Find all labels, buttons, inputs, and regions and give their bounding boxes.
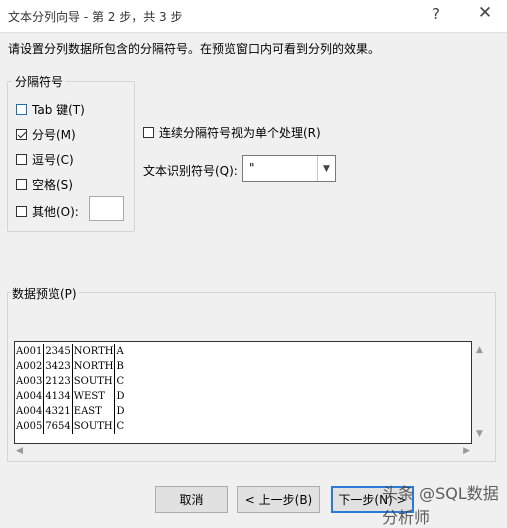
table-cell: C — [116, 376, 125, 387]
instruction-text: 请设置分列数据所包含的分隔符号。在预览窗口内可看到分列的效果。 — [8, 42, 381, 56]
semicolon-checkbox[interactable]: 分号(M) — [16, 126, 76, 143]
scroll-left-icon[interactable]: ◀ — [16, 446, 23, 456]
table-cell: A004 — [15, 404, 45, 419]
other-checkbox[interactable]: 其他(O): — [16, 203, 79, 220]
table-cell: 4321 — [43, 404, 73, 419]
table-cell: A001 — [15, 344, 45, 359]
table-cell: 3423 — [43, 359, 73, 374]
tab-checkbox[interactable]: Tab 键(T) — [16, 101, 85, 118]
data-preview-grid[interactable]: A001 2345 NORTH A A002 3423 NORTH B A003 2123 SOUT… — [14, 341, 472, 444]
close-icon[interactable]: ✕ — [470, 3, 500, 23]
text-qualifier-select[interactable]: " ▼ — [242, 155, 336, 182]
table-cell: SOUTH — [72, 374, 116, 389]
scroll-right-icon[interactable]: ▶ — [463, 446, 470, 456]
table-row: A001 2345 NORTH A — [15, 344, 126, 359]
table-row: A004 4134 WEST D — [15, 389, 126, 404]
title-bar: 文本分列向导 - 第 2 步，共 3 步 ? ✕ — [0, 0, 507, 33]
cancel-button[interactable]: 取消 — [155, 486, 228, 513]
table-cell: 2123 — [43, 374, 73, 389]
table-cell: 2345 — [43, 344, 73, 359]
table-cell: C — [116, 421, 125, 432]
comma-checkbox-box[interactable] — [16, 154, 27, 165]
semicolon-checkbox-box[interactable] — [16, 129, 27, 140]
comma-checkbox-label: 逗号(C) — [32, 153, 74, 167]
consecutive-checkbox-box[interactable] — [143, 127, 154, 138]
horizontal-scrollbar[interactable]: ◀ ▶ — [14, 444, 472, 461]
other-checkbox-box[interactable] — [16, 206, 27, 217]
window-title: 文本分列向导 - 第 2 步，共 3 步 — [8, 10, 183, 24]
table-cell: 4134 — [43, 389, 73, 404]
table-cell: 7654 — [43, 419, 73, 434]
other-checkbox-label: 其他(O): — [32, 205, 79, 219]
table-cell: A004 — [15, 389, 45, 404]
table-cell: SOUTH — [72, 419, 116, 434]
scroll-up-icon[interactable]: ▲ — [476, 345, 483, 355]
table-cell: NORTH — [72, 359, 116, 374]
table-row: A003 2123 SOUTH C — [15, 374, 126, 389]
table-row: A002 3423 NORTH B — [15, 359, 126, 374]
tab-checkbox-label: Tab 键(T) — [32, 103, 85, 117]
table-cell: B — [116, 361, 124, 372]
comma-checkbox[interactable]: 逗号(C) — [16, 151, 74, 168]
space-checkbox[interactable]: 空格(S) — [16, 176, 73, 193]
delimiters-legend: 分隔符号 — [15, 75, 64, 89]
table-cell: WEST — [72, 389, 116, 404]
semicolon-checkbox-label: 分号(M) — [32, 128, 76, 142]
preview-table: A001 2345 NORTH A A002 3423 NORTH B A003 2123 SOUT… — [15, 344, 126, 434]
table-cell: D — [116, 391, 125, 402]
preview-label: 数据预览(P) — [10, 285, 79, 302]
table-cell: A005 — [15, 419, 45, 434]
table-cell: A003 — [15, 374, 45, 389]
scroll-down-icon[interactable]: ▼ — [476, 429, 483, 439]
table-row: A004 4321 EAST D — [15, 404, 126, 419]
text-qualifier-value: " — [249, 161, 255, 175]
consecutive-checkbox-label: 连续分隔符号视为单个处理(R) — [159, 126, 321, 140]
vertical-scrollbar[interactable]: ▲ ▼ — [472, 341, 489, 444]
help-icon[interactable]: ? — [432, 5, 440, 23]
space-checkbox-box[interactable] — [16, 179, 27, 190]
consecutive-checkbox[interactable]: 连续分隔符号视为单个处理(R) — [143, 124, 321, 141]
table-cell: NORTH — [72, 344, 116, 359]
table-cell: A002 — [15, 359, 45, 374]
other-delimiter-input[interactable] — [89, 196, 124, 221]
table-row: A005 7654 SOUTH C — [15, 419, 126, 434]
tab-checkbox-box[interactable] — [16, 104, 27, 115]
space-checkbox-label: 空格(S) — [32, 178, 73, 192]
table-cell: EAST — [72, 404, 116, 419]
text-qualifier-label: 文本识别符号(Q): — [143, 164, 238, 178]
chevron-down-icon[interactable]: ▼ — [317, 156, 335, 181]
table-cell: D — [116, 406, 125, 417]
watermark-text: 头条 @SQL数据分析师 — [382, 484, 499, 527]
table-cell: A — [116, 346, 124, 357]
back-button[interactable]: < 上一步(B) — [237, 486, 320, 513]
